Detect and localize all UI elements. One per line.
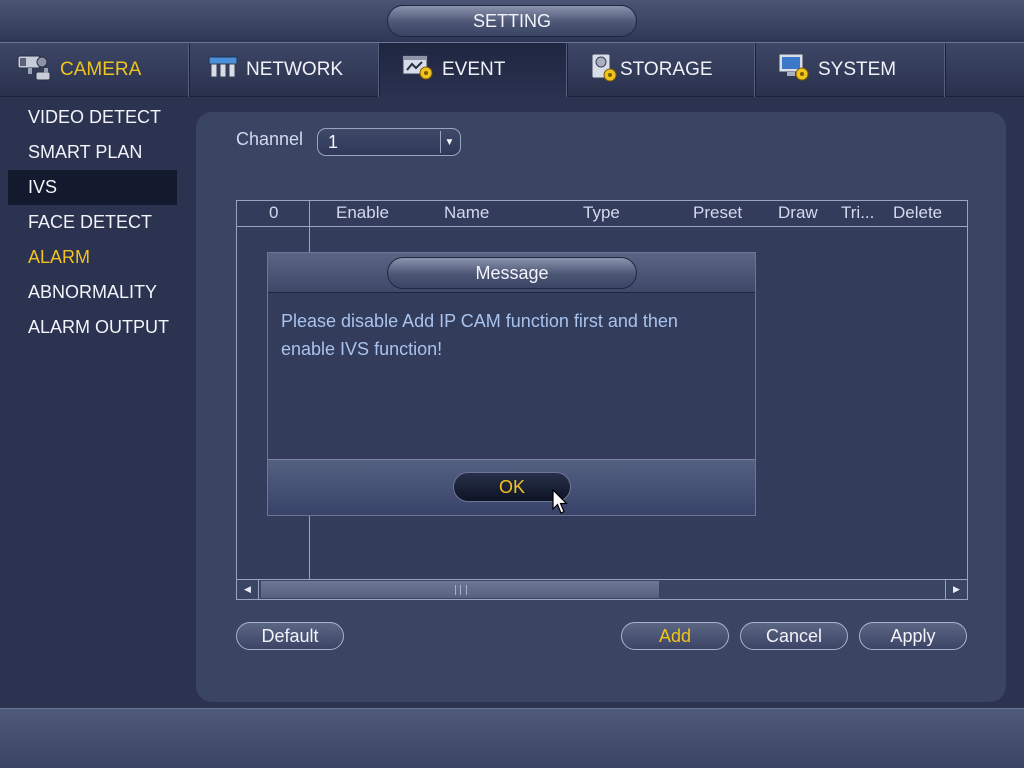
mouse-cursor-icon bbox=[552, 488, 568, 520]
sidebar-item-smart-plan[interactable]: SMART PLAN bbox=[8, 135, 177, 170]
event-icon bbox=[402, 53, 434, 87]
tab-event-label: EVENT bbox=[442, 59, 506, 80]
dialog-title: Message bbox=[387, 257, 637, 289]
column-header-draw[interactable]: Draw bbox=[778, 203, 818, 223]
dialog-header: Message bbox=[268, 253, 755, 293]
dialog-message: Please disable Add IP CAM function first… bbox=[281, 307, 721, 363]
channel-label: Channel bbox=[236, 129, 304, 149]
column-header-enable[interactable]: Enable bbox=[336, 203, 389, 223]
channel-value: 1 bbox=[328, 132, 339, 152]
window-title: SETTING bbox=[387, 5, 637, 37]
sidebar-item-alarm[interactable]: ALARM bbox=[8, 240, 177, 275]
dialog-footer: OK bbox=[268, 459, 755, 515]
sidebar-item-alarm-output[interactable]: ALARM OUTPUT bbox=[8, 310, 177, 345]
tab-camera-label: CAMERA bbox=[60, 59, 142, 80]
tab-storage-label: STORAGE bbox=[620, 59, 713, 80]
tab-camera[interactable]: CAMERA bbox=[0, 43, 190, 97]
column-header-index[interactable]: 0 bbox=[269, 203, 278, 223]
scrollbar-thumb[interactable] bbox=[261, 581, 659, 598]
sidebar-item-video-detect[interactable]: VIDEO DETECT bbox=[8, 100, 177, 135]
footer-bar bbox=[0, 708, 1024, 768]
camera-icon bbox=[16, 52, 52, 88]
storage-icon bbox=[590, 52, 618, 88]
tab-network-label: NETWORK bbox=[246, 59, 344, 80]
chevron-down-icon[interactable]: ▼ bbox=[440, 131, 458, 153]
network-icon bbox=[208, 55, 238, 85]
tab-event[interactable]: EVENT bbox=[380, 43, 568, 97]
top-tab-bar: CAMERA NETWORK EVENT STORAGE SYSTEM bbox=[0, 42, 1024, 97]
system-icon bbox=[778, 52, 810, 88]
tab-system[interactable]: SYSTEM bbox=[756, 43, 946, 97]
tab-storage[interactable]: STORAGE bbox=[568, 43, 756, 97]
table-header: 0 Enable Name Type Preset Draw Tri... De… bbox=[237, 201, 967, 227]
default-button[interactable]: Default bbox=[236, 622, 344, 650]
apply-button[interactable]: Apply bbox=[859, 622, 967, 650]
column-header-name[interactable]: Name bbox=[444, 203, 489, 223]
column-header-trigger[interactable]: Tri... bbox=[841, 203, 874, 223]
grip-icon bbox=[455, 585, 467, 595]
sidebar-item-ivs[interactable]: IVS bbox=[8, 170, 177, 205]
column-header-delete[interactable]: Delete bbox=[893, 203, 942, 223]
dialog-message-line-2: enable IVS function! bbox=[281, 339, 443, 359]
sidebar-item-face-detect[interactable]: FACE DETECT bbox=[8, 205, 177, 240]
horizontal-scrollbar[interactable]: ◀ ▶ bbox=[237, 579, 967, 599]
cancel-button[interactable]: Cancel bbox=[740, 622, 848, 650]
message-dialog: Message Please disable Add IP CAM functi… bbox=[267, 252, 756, 516]
scroll-right-icon[interactable]: ▶ bbox=[945, 580, 967, 599]
add-button[interactable]: Add bbox=[621, 622, 729, 650]
sidebar-item-abnormality[interactable]: ABNORMALITY bbox=[8, 275, 177, 310]
column-header-preset[interactable]: Preset bbox=[693, 203, 742, 223]
title-bar: SETTING bbox=[0, 0, 1024, 42]
channel-select[interactable]: 1 ▼ bbox=[317, 128, 461, 156]
tab-system-label: SYSTEM bbox=[818, 59, 897, 80]
tab-network[interactable]: NETWORK bbox=[190, 43, 380, 97]
column-header-type[interactable]: Type bbox=[583, 203, 620, 223]
sidebar: VIDEO DETECT SMART PLAN IVS FACE DETECT … bbox=[0, 98, 190, 708]
scroll-left-icon[interactable]: ◀ bbox=[237, 580, 259, 599]
dialog-message-line-1: Please disable Add IP CAM function first… bbox=[281, 311, 678, 331]
